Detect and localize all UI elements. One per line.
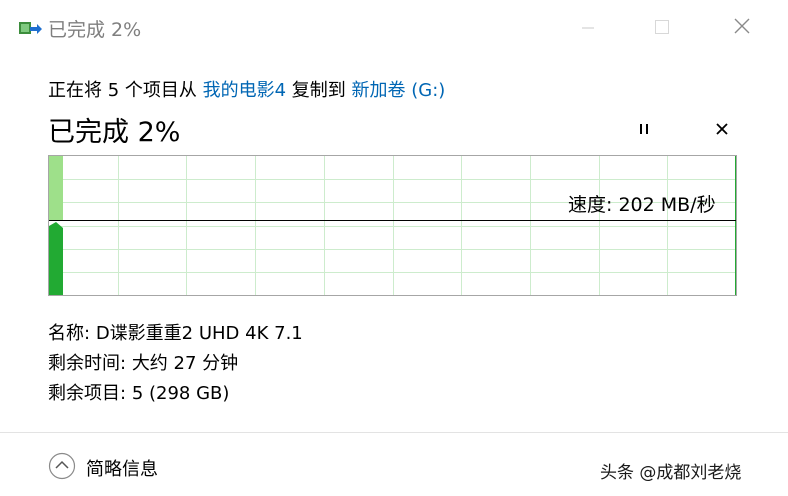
- chevron-up-icon: [48, 452, 76, 484]
- title-bar: 已完成 2%: [0, 0, 788, 56]
- speed-label: 速度: 202 MB/秒: [568, 194, 716, 216]
- copy-middle: 复制到: [286, 80, 352, 101]
- pause-button[interactable]: [632, 118, 656, 142]
- close-icon: [734, 18, 750, 38]
- progress-fill-dark: [49, 222, 63, 295]
- name-label: 名称:: [48, 323, 91, 344]
- speed-graph-canvas: [49, 156, 736, 295]
- time-remaining-label: 剩余时间:: [48, 353, 127, 374]
- graph-grid: [49, 156, 736, 295]
- items-remaining-value: 5 (298 GB): [131, 383, 230, 404]
- progress-status: 已完成 2%: [48, 117, 181, 148]
- progress-fill-light: [49, 156, 63, 220]
- fewer-details-label[interactable]: 简略信息: [86, 455, 158, 481]
- maximize-button[interactable]: [642, 12, 682, 44]
- detail-items-row: 剩余项目: 5 (298 GB): [48, 379, 229, 405]
- detail-time-row: 剩余时间: 大约 27 分钟: [48, 349, 238, 375]
- close-button[interactable]: [722, 12, 762, 44]
- cancel-button[interactable]: [710, 118, 734, 142]
- speed-graph: [48, 155, 737, 296]
- copy-prefix: 正在将 5 个项目从: [48, 80, 203, 101]
- items-remaining-label: 剩余项目:: [48, 383, 127, 404]
- cancel-icon: [715, 121, 729, 140]
- fewer-details-button[interactable]: [48, 452, 76, 480]
- window-title: 已完成 2%: [48, 19, 142, 41]
- time-remaining-value: 大约 27 分钟: [131, 353, 239, 374]
- destination-drive-link[interactable]: 新加卷 (G:): [352, 80, 446, 101]
- source-folder-link[interactable]: 我的电影4: [203, 80, 286, 101]
- copy-description: 正在将 5 个项目从 我的电影4 复制到 新加卷 (G:): [48, 76, 445, 102]
- pause-icon: [637, 121, 651, 140]
- name-value: D谍影重重2 UHD 4K 7.1: [95, 323, 303, 344]
- minimize-button[interactable]: [568, 12, 608, 44]
- maximize-icon: [655, 19, 669, 38]
- minimize-icon: [582, 19, 594, 38]
- file-copy-icon: [18, 20, 42, 38]
- watermark-text: 头条 @成都刘老烧: [600, 463, 742, 483]
- detail-name-row: 名称: D谍影重重2 UHD 4K 7.1: [48, 319, 303, 345]
